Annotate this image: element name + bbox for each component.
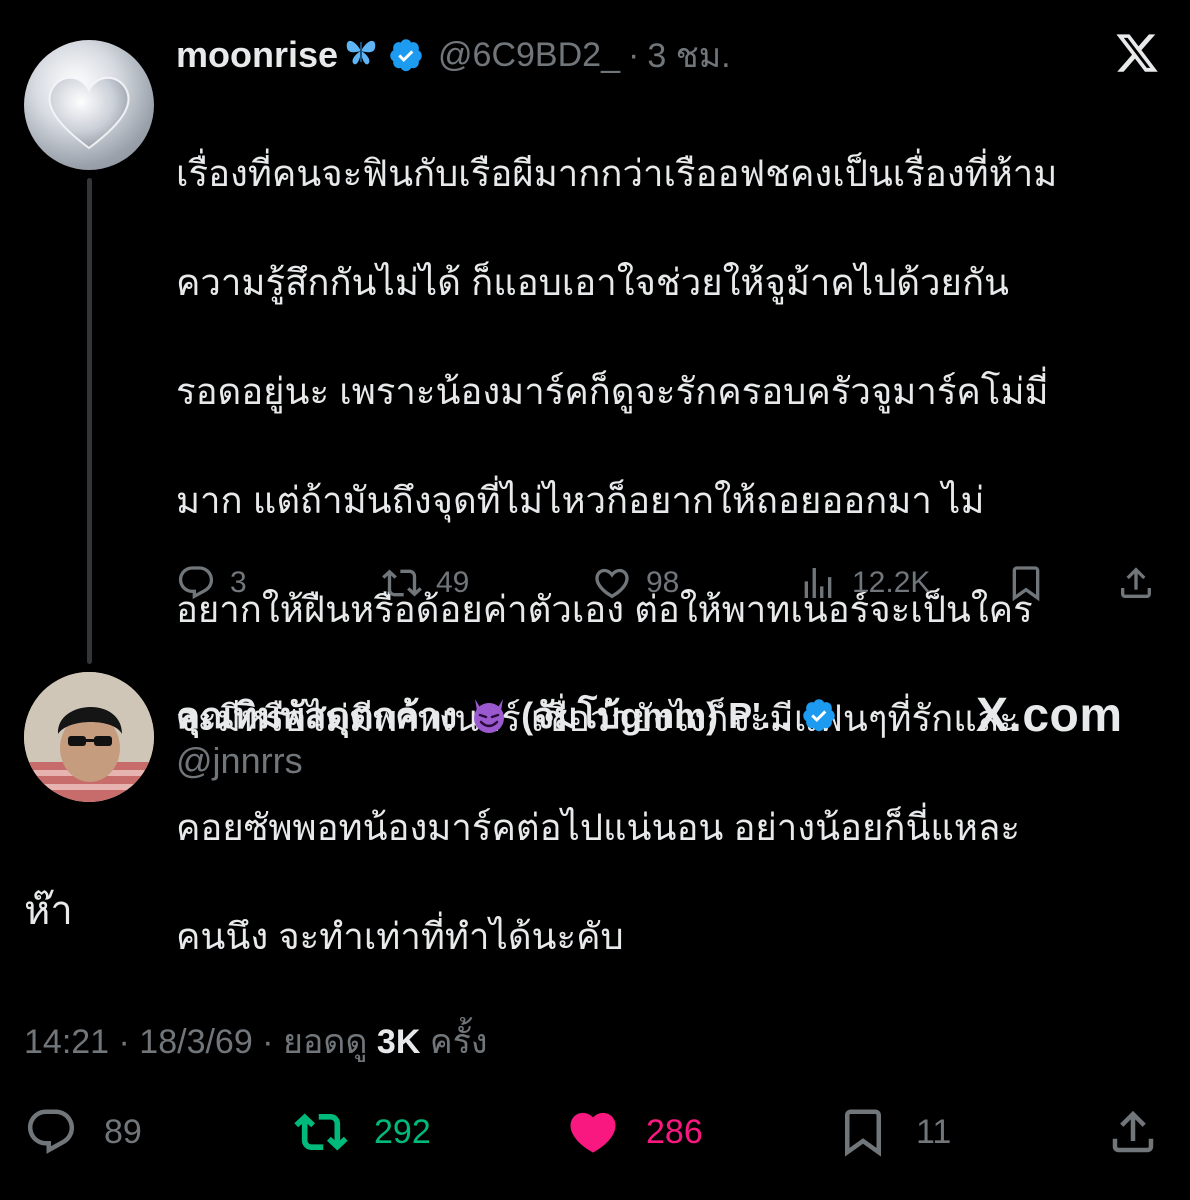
parent-share-button[interactable] bbox=[1116, 555, 1156, 611]
parent-timestamp[interactable]: 3 ชม. bbox=[647, 28, 730, 82]
views-icon bbox=[804, 568, 832, 598]
parent-action-bar: 3 49 98 12.2K bbox=[176, 555, 1166, 611]
parent-views-button[interactable]: 12.2K bbox=[798, 555, 930, 611]
verified-badge-icon bbox=[802, 699, 835, 732]
reply-icon bbox=[27, 1109, 75, 1154]
reply-action-bar: 89 292 286 11 bbox=[0, 1100, 1190, 1164]
repost-icon bbox=[382, 569, 422, 597]
reply-timestamp[interactable]: 14:21 · 18/3/69 · ยอดดู bbox=[24, 1023, 377, 1061]
reply-display-name-suffix[interactable]: (จัมโบ้gmm) P'... bbox=[521, 687, 791, 744]
like-icon bbox=[570, 1112, 616, 1153]
reply-like-button[interactable]: 286 bbox=[566, 1100, 703, 1164]
reply-author-row: คุณทิมพัสดุตกค้าง (จัมโบ้gmm) P'... bbox=[176, 688, 837, 742]
butterfly-emoji bbox=[344, 34, 378, 76]
share-icon bbox=[1112, 1110, 1154, 1153]
reply-tweet-text: ห๊า bbox=[24, 889, 73, 933]
reply-view-suffix: ครั้ง bbox=[420, 1023, 488, 1061]
repost-icon bbox=[294, 1113, 348, 1151]
reply-timestamp-row: 14:21 · 18/3/69 · ยอดดู 3K ครั้ง bbox=[24, 1014, 487, 1068]
tweet-text-line: คนนึง จะทำเท่าที่ทำได้นะคับ bbox=[176, 915, 624, 957]
thread-connector-line bbox=[87, 178, 92, 664]
tweet-text-line: มาก แต่ถ้ามันถึงจุดที่ไม่ไหวก็อยากให้ถอย… bbox=[176, 479, 985, 521]
reply-avatar[interactable] bbox=[24, 672, 154, 802]
like-icon bbox=[595, 568, 629, 599]
bookmark-icon bbox=[1012, 566, 1040, 602]
reply-repost-button[interactable]: 292 bbox=[294, 1100, 431, 1164]
tweet-text-line: คอยซัพพอทน้องมาร์คต่อไปแน่นอน อย่างน้อยก… bbox=[176, 806, 1020, 848]
bookmark-icon bbox=[845, 1109, 881, 1157]
parent-handle[interactable]: @6C9BD2_ bbox=[438, 36, 620, 75]
reply-handle[interactable]: @jnnrrs bbox=[176, 740, 303, 782]
parent-view-count: 12.2K bbox=[852, 566, 931, 599]
reply-reply-button[interactable]: 89 bbox=[24, 1100, 142, 1164]
smiling-devil-emoji bbox=[474, 699, 505, 733]
reply-like-count: 286 bbox=[646, 1112, 703, 1151]
x-com-watermark: X.com bbox=[976, 689, 1123, 742]
reply-bookmark-button[interactable]: 11 bbox=[836, 1100, 951, 1164]
parent-repost-count: 49 bbox=[436, 566, 470, 599]
separator-dot: · bbox=[627, 35, 640, 74]
parent-like-button[interactable]: 98 bbox=[592, 555, 679, 611]
reply-display-name[interactable]: คุณทิมพัสดุตกค้าง bbox=[176, 687, 457, 744]
share-icon bbox=[1121, 567, 1151, 598]
reply-share-button[interactable] bbox=[1106, 1100, 1160, 1164]
parent-repost-button[interactable]: 49 bbox=[382, 555, 469, 611]
tweet-text-line: เรื่องที่คนจะฟินกับเรือผีมากกว่าเรืออฟชค… bbox=[176, 152, 1058, 194]
reply-repost-count: 292 bbox=[374, 1112, 431, 1151]
parent-author-row: moonrise @6C9BD2_ · 3 ชม. bbox=[176, 30, 731, 80]
parent-display-name[interactable]: moonrise bbox=[176, 34, 338, 76]
reply-reply-count: 89 bbox=[104, 1112, 142, 1151]
x-logo-icon bbox=[1116, 34, 1158, 72]
tweet-text-line: ความรู้สึกกันไม่ได้ ก็แอบเอาใจช่วยให้จูม… bbox=[176, 261, 1009, 303]
parent-reply-button[interactable]: 3 bbox=[176, 555, 247, 611]
parent-reply-count: 3 bbox=[230, 566, 247, 599]
parent-bookmark-button[interactable] bbox=[1006, 555, 1046, 611]
parent-like-count: 98 bbox=[646, 566, 680, 599]
reply-icon bbox=[178, 566, 214, 600]
tweet-text-line: รอดอยู่นะ เพราะน้องมาร์คก็ดูจะรักครอบครั… bbox=[176, 370, 1049, 412]
parent-avatar[interactable] bbox=[24, 40, 154, 170]
reply-view-count: 3K bbox=[376, 1023, 421, 1061]
reply-bookmark-count: 11 bbox=[916, 1112, 952, 1151]
verified-badge-icon bbox=[390, 39, 422, 72]
